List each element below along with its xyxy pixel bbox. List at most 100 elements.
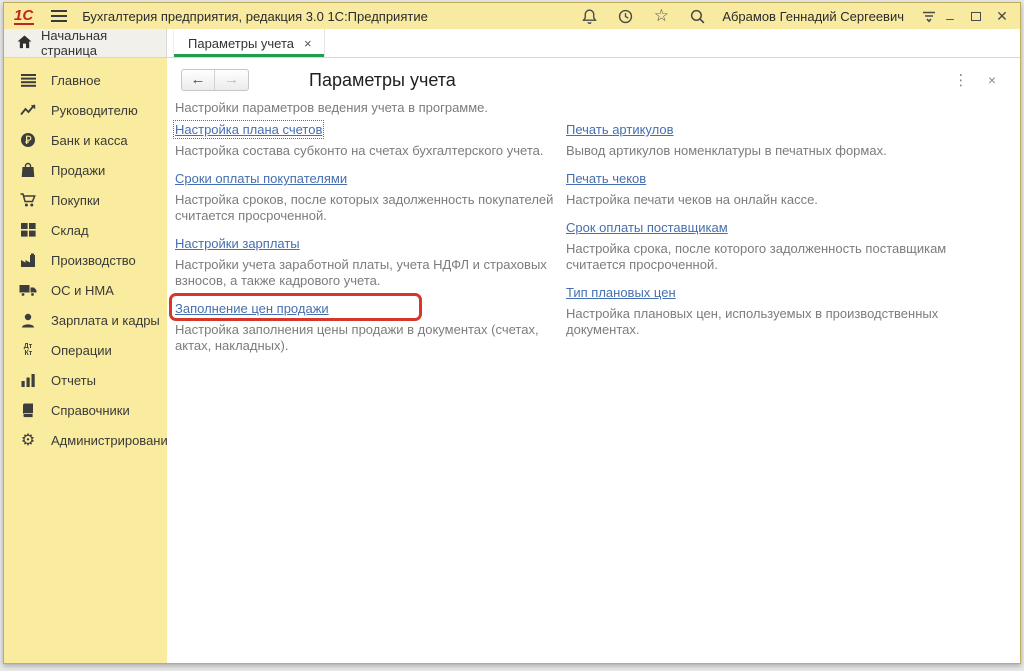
shopping-cart-icon <box>19 192 37 208</box>
sidebar-item-production[interactable]: Производство <box>4 245 167 275</box>
home-icon <box>17 35 32 52</box>
forward-arrow-icon: → <box>224 70 239 90</box>
tab-active-label: Параметры учета <box>188 36 294 51</box>
shopping-bag-icon <box>19 162 37 178</box>
sidebar-item-label: Операции <box>51 343 112 358</box>
sidebar-item-salary-hr[interactable]: Зарплата и кадры <box>4 305 167 335</box>
history-clock-icon <box>617 8 634 25</box>
search-icon <box>689 8 706 25</box>
stacked-boxes-icon <box>19 222 37 238</box>
current-user[interactable]: Абрамов Геннадий Сергеевич <box>722 9 904 24</box>
history-nav-buttons: ← → <box>181 69 249 91</box>
setting-sales-price-fill: Заполнение цен продажи Настройка заполне… <box>175 300 566 354</box>
setting-description: Настройка заполнения цены продажи в доку… <box>175 322 566 354</box>
close-pane-button[interactable]: × <box>988 72 996 88</box>
service-menu-button[interactable] <box>918 5 940 27</box>
tab-accounting-parameters[interactable]: Параметры учета × <box>173 29 325 57</box>
setting-supplier-payment-terms: Срок оплаты поставщикам Настройка срока,… <box>566 219 986 273</box>
title-bar: 1С Бухгалтерия предприятия, редакция 3.0… <box>4 3 1020 29</box>
sidebar-item-label: Банк и касса <box>51 133 128 148</box>
service-settings-icon <box>921 9 937 24</box>
close-icon: ✕ <box>996 8 1008 25</box>
sidebar-item-label: Главное <box>51 73 101 88</box>
settings-column-right: Печать артикулов Вывод артикулов номенкл… <box>566 121 986 365</box>
tab-home-label: Начальная страница <box>41 28 166 58</box>
sidebar-item-bank-cash[interactable]: Банк и касса <box>4 125 167 155</box>
star-icon: ☆ <box>654 8 669 25</box>
print-receipts-link[interactable]: Печать чеков <box>566 171 646 186</box>
main-menu-button[interactable] <box>48 5 70 27</box>
window-title: Бухгалтерия предприятия, редакция 3.0 1С… <box>82 9 428 24</box>
hamburger-icon <box>51 10 67 22</box>
page-title: Параметры учета <box>309 70 456 91</box>
setting-planned-price-type: Тип плановых цен Настройка плановых цен,… <box>566 284 986 338</box>
sidebar-item-label: Отчеты <box>51 373 96 388</box>
person-icon <box>19 312 37 328</box>
print-articles-link[interactable]: Печать артикулов <box>566 122 674 137</box>
more-menu-button[interactable]: ⋮ <box>950 69 972 91</box>
planned-price-type-link[interactable]: Тип плановых цен <box>566 285 676 300</box>
sidebar-item-operations[interactable]: ДтКт Операции <box>4 335 167 365</box>
setting-description: Настройки учета заработной платы, учета … <box>175 257 566 289</box>
page-subtitle: Настройки параметров ведения учета в про… <box>175 100 1010 115</box>
supplier-payment-terms-link[interactable]: Срок оплаты поставщикам <box>566 220 728 235</box>
sidebar-item-label: Руководителю <box>51 103 138 118</box>
ruble-circle-icon <box>19 132 37 148</box>
tab-bar: Начальная страница Параметры учета × <box>4 29 1020 58</box>
notifications-button[interactable] <box>578 5 600 27</box>
bell-icon <box>581 8 598 25</box>
sales-price-fill-link[interactable]: Заполнение цен продажи <box>175 301 329 316</box>
minimize-icon: – <box>946 10 954 26</box>
sidebar-item-manager[interactable]: Руководителю <box>4 95 167 125</box>
forward-button[interactable]: → <box>215 70 248 90</box>
more-dots-icon: ⋮ <box>953 71 968 89</box>
search-button[interactable] <box>686 5 708 27</box>
main-sections-icon <box>19 72 37 88</box>
sidebar-item-main[interactable]: Главное <box>4 65 167 95</box>
setting-customer-payment-terms: Сроки оплаты покупателями Настройка срок… <box>175 170 566 224</box>
setting-description: Вывод артикулов номенклатуры в печатных … <box>566 143 986 159</box>
setting-chart-of-accounts: Настройка плана счетов Настройка состава… <box>175 121 566 159</box>
sidebar-item-label: Производство <box>51 253 136 268</box>
sidebar-item-label: Зарплата и кадры <box>51 313 160 328</box>
app-window: 1С Бухгалтерия предприятия, редакция 3.0… <box>3 2 1021 664</box>
trend-chart-icon <box>19 102 37 118</box>
gear-icon: ⚙ <box>19 432 37 448</box>
accounting-parameters-pane: ← → Параметры учета ⋮ × Настройки параме… <box>167 58 1020 663</box>
sidebar-item-reports[interactable]: Отчеты <box>4 365 167 395</box>
truck-icon <box>19 282 37 298</box>
sidebar-item-purchases[interactable]: Покупки <box>4 185 167 215</box>
factory-icon <box>19 252 37 268</box>
sidebar-item-administration[interactable]: ⚙ Администрирование <box>4 425 167 455</box>
back-button[interactable]: ← <box>182 70 215 90</box>
chart-of-accounts-link[interactable]: Настройка плана счетов <box>175 122 322 137</box>
sidebar-item-label: Администрирование <box>51 433 175 448</box>
sidebar-item-sales[interactable]: Продажи <box>4 155 167 185</box>
favorites-button[interactable]: ☆ <box>650 5 672 27</box>
sidebar-item-label: Справочники <box>51 403 130 418</box>
sidebar-item-warehouse[interactable]: Склад <box>4 215 167 245</box>
sidebar-item-label: Покупки <box>51 193 100 208</box>
setting-print-receipts: Печать чеков Настройка печати чеков на о… <box>566 170 986 208</box>
tab-close-icon[interactable]: × <box>304 36 312 51</box>
book-icon <box>19 402 37 418</box>
debit-credit-icon: ДтКт <box>19 342 37 358</box>
sidebar-item-fixed-assets[interactable]: ОС и НМА <box>4 275 167 305</box>
salary-settings-link[interactable]: Настройки зарплаты <box>175 236 300 251</box>
close-window-button[interactable]: ✕ <box>992 5 1012 27</box>
maximize-icon <box>971 12 981 21</box>
sidebar-item-label: Склад <box>51 223 89 238</box>
setting-description: Настройка плановых цен, используемых в п… <box>566 306 986 338</box>
customer-payment-terms-link[interactable]: Сроки оплаты покупателями <box>175 171 347 186</box>
sidebar-item-directories[interactable]: Справочники <box>4 395 167 425</box>
tab-home-page[interactable]: Начальная страница <box>4 29 167 57</box>
section-sidebar: Главное Руководителю Банк и касса Продаж… <box>4 58 167 663</box>
back-arrow-icon: ← <box>191 70 206 90</box>
history-button[interactable] <box>614 5 636 27</box>
maximize-button[interactable] <box>966 5 986 27</box>
setting-description: Настройка печати чеков на онлайн кассе. <box>566 192 986 208</box>
minimize-button[interactable]: – <box>940 5 960 27</box>
1c-logo[interactable]: 1С <box>14 8 34 25</box>
settings-column-left: Настройка плана счетов Настройка состава… <box>175 121 566 365</box>
sidebar-item-label: ОС и НМА <box>51 283 114 298</box>
